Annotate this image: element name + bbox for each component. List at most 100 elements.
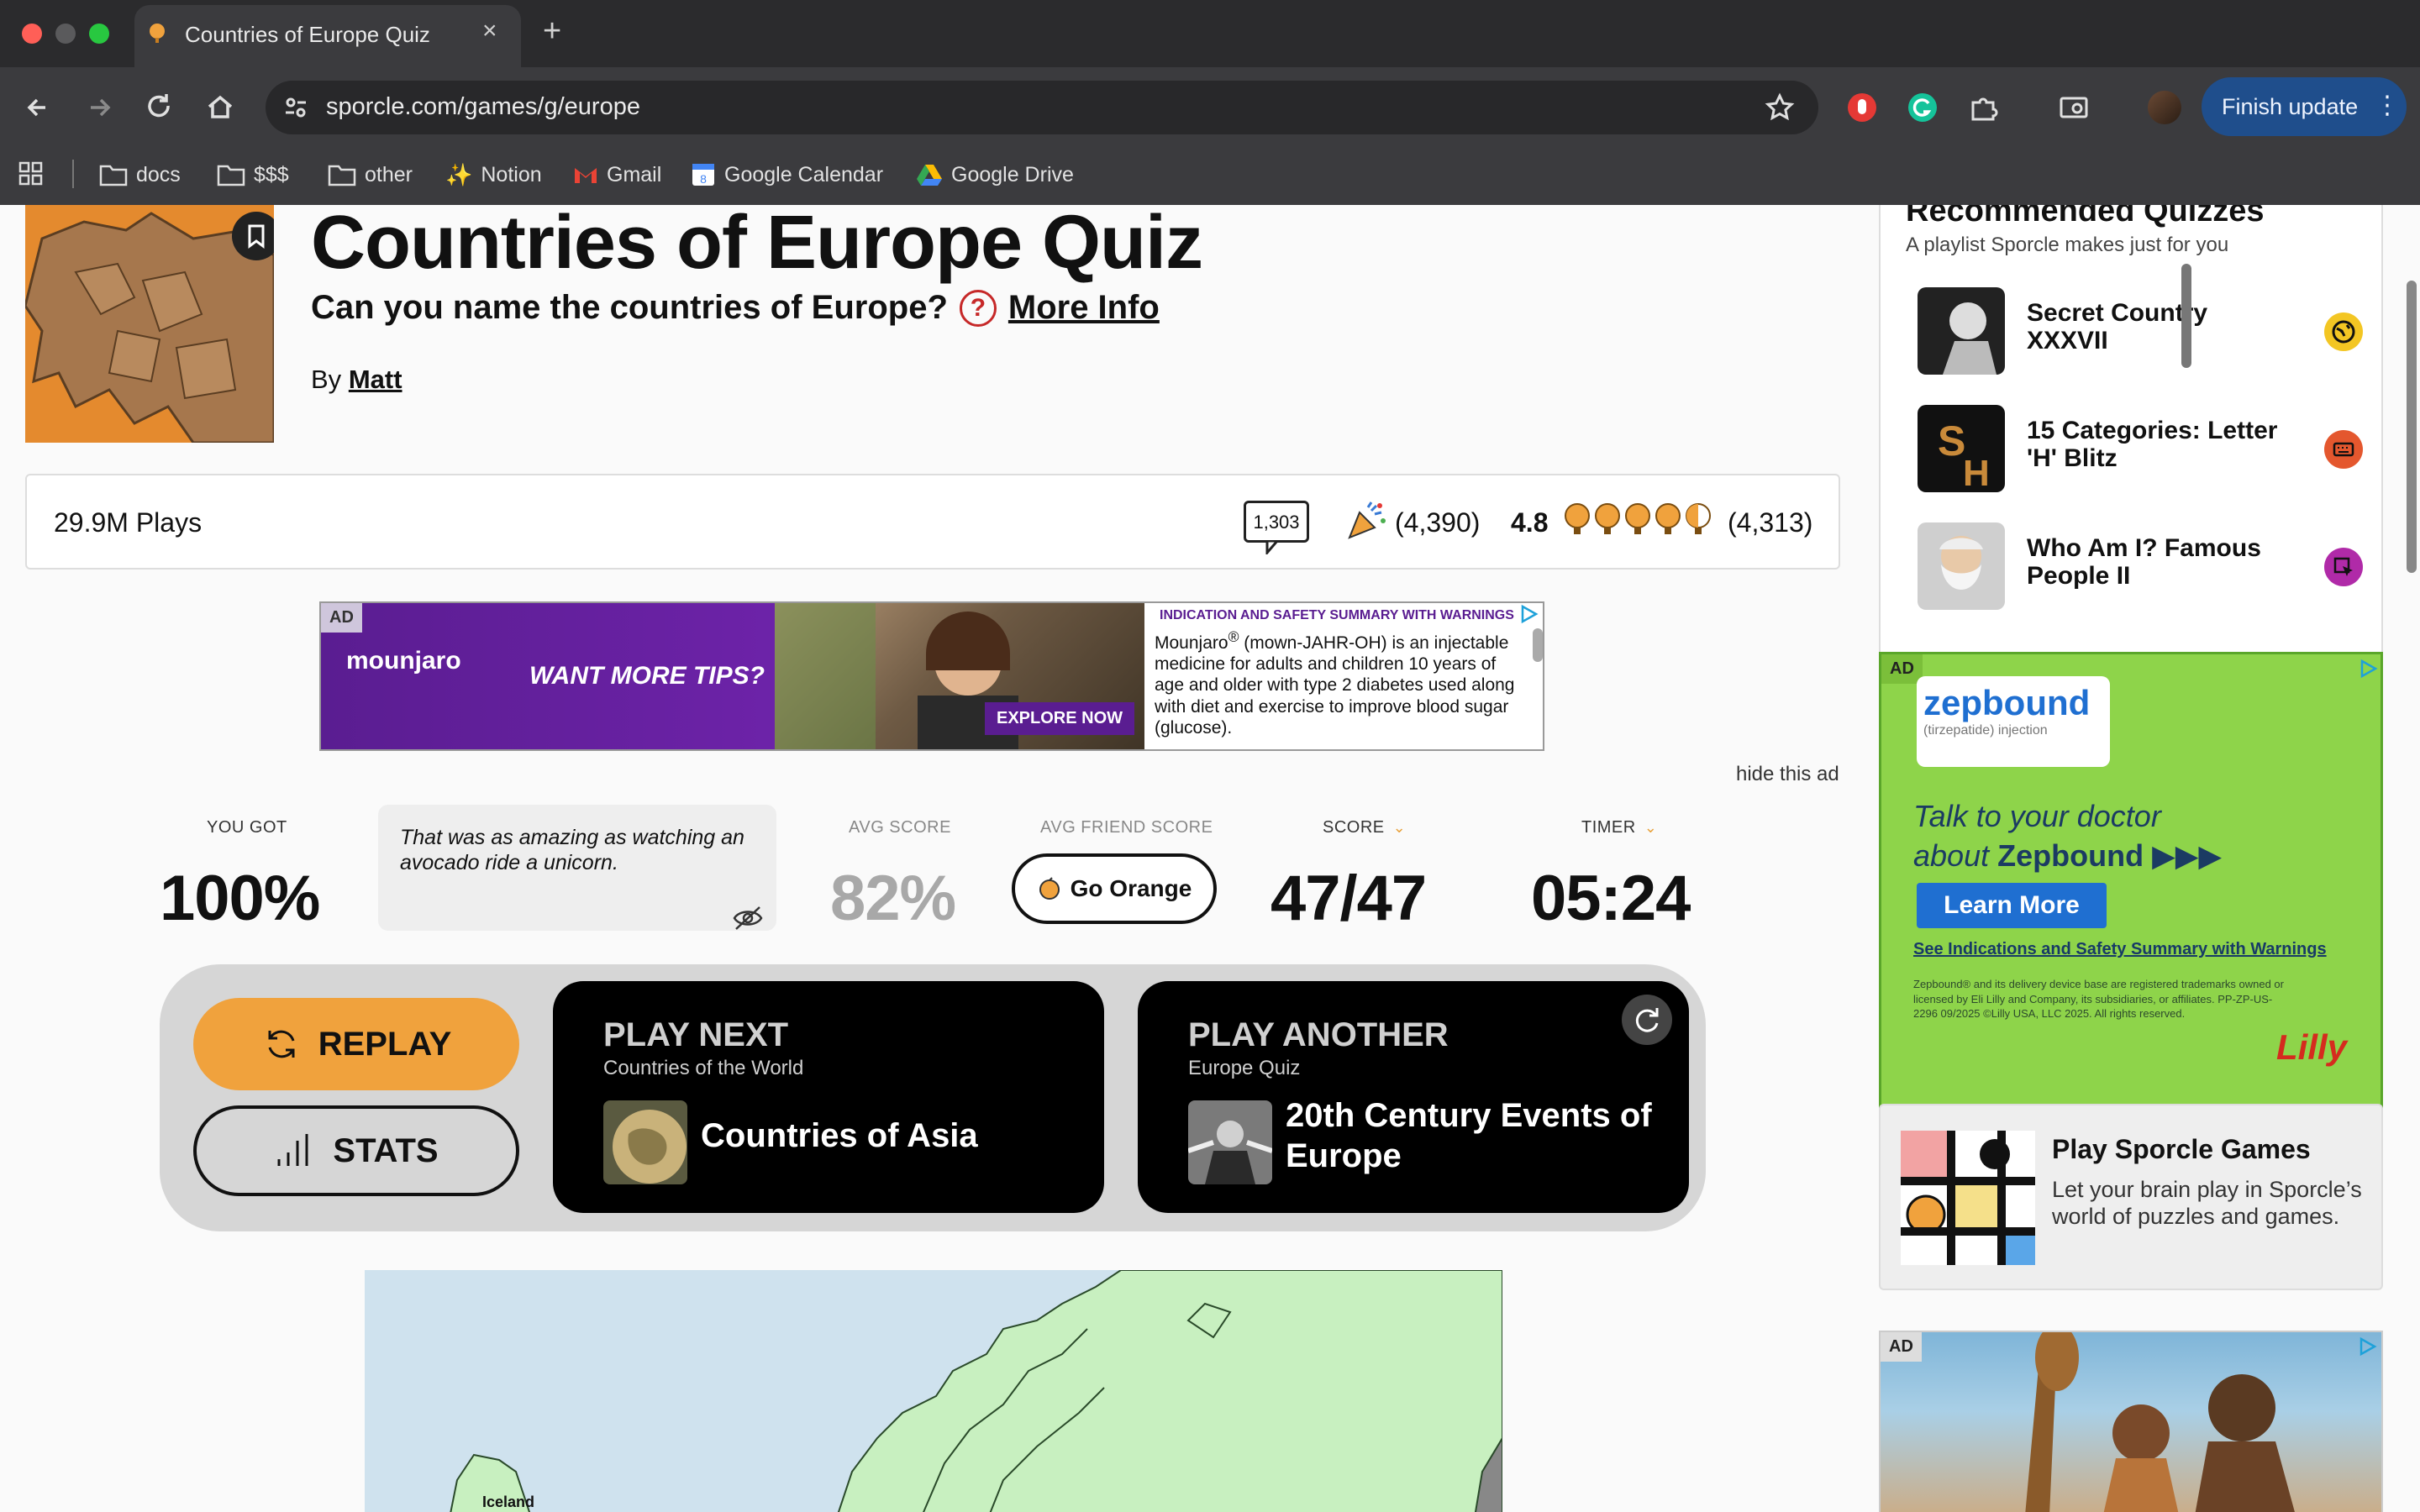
zepbound-fine-print: Zepbound® and its delivery device base a… [1913,978,2284,1021]
close-window-button[interactable] [22,24,42,44]
save-quiz-button[interactable] [232,212,274,260]
bookmark-money[interactable]: $$$ [217,161,289,188]
globe-badge-icon [2324,312,2363,351]
bookmark-icon [248,224,265,249]
score-value: 47/47 [1270,863,1427,934]
ad-movie-image [2025,1332,2295,1512]
explore-now-button[interactable]: EXPLORE NOW [985,702,1135,735]
bookmark-google-drive[interactable]: Google Drive [916,161,1074,188]
more-menu-icon[interactable]: ⋮ [2375,91,2400,120]
rec-item-secret-country[interactable]: Secret Country XXXVII [1918,287,2363,375]
play-next-subtitle: Countries of the World [603,1057,804,1079]
replay-button[interactable]: REPLAY [193,998,519,1090]
adchoices-icon[interactable] [1518,603,1539,625]
play-another-card[interactable]: PLAY ANOTHER Europe Quiz 20th Century Ev… [1138,981,1689,1213]
score-label[interactable]: SCORE ⌄ [1323,818,1406,837]
bar-chart-icon [277,1134,308,1166]
ad-label: AD [321,603,362,633]
play-next-title: Countries of Asia [701,1117,978,1154]
maximize-window-button[interactable] [89,24,109,44]
byline: By Matt [311,365,402,395]
zepbound-brand: zepbound [1923,683,2091,722]
page-scrollbar[interactable] [2407,281,2417,573]
sporcle-games-logo [1901,1131,2035,1265]
rec-scrollbar[interactable] [2181,264,2191,368]
hide-quote-eye-icon[interactable] [733,906,763,931]
page-content: Countries of Europe Quiz Can you name th… [0,205,2420,1512]
rating-orange-icon [1593,502,1622,536]
comments-button[interactable]: 1,303 [1244,501,1309,543]
orange-rating[interactable] [1563,502,1712,536]
folder-icon [328,165,356,186]
zepbound-headline-brand: Zepbound [1997,837,2144,873]
play-sporcle-games[interactable]: Play Sporcle Games Let your brain play i… [1879,1104,2383,1290]
bookmark-label: Gmail [607,162,662,186]
rating-orange-icon [1623,502,1652,536]
ad-banner-mounjaro[interactable]: mounjaro WANT MORE TIPS? EXPLORE NOW AD … [319,601,1544,751]
forward-icon[interactable] [81,89,118,126]
author-link[interactable]: Matt [349,365,402,394]
more-info-link[interactable]: More Info [1008,289,1160,327]
learn-more-button[interactable]: Learn More [1917,883,2107,928]
rating-count: (4,313) [1728,507,1813,538]
bookmark-other[interactable]: other [328,161,413,188]
rating-orange-partial-icon [1684,502,1712,536]
extensions-puzzle-icon[interactable] [1966,91,2000,124]
hide-ad-link[interactable]: hide this ad [1736,763,1839,786]
cast-search-icon[interactable] [2057,91,2091,124]
by-label: By [311,365,342,394]
site-info-icon[interactable] [279,91,313,124]
click-badge-icon [2324,548,2363,586]
profile-avatar[interactable] [2148,91,2181,124]
tab-title: Countries of Europe Quiz [185,22,430,47]
home-icon[interactable] [202,89,239,126]
rec-name: 15 Categories: Letter 'H' Blitz [2027,417,2278,472]
svg-text:H: H [1963,453,1990,492]
grammarly-extension-icon[interactable] [1906,91,1939,124]
rec-item-15-categories[interactable]: SH 15 Categories: Letter 'H' Blitz [1918,405,2363,492]
party-popper-icon[interactable] [1344,499,1388,543]
replay-icon [268,1030,295,1058]
recommended-title: Recommended Quizzes [1906,205,2265,228]
comments-count: 1,303 [1253,512,1300,533]
finish-update-button[interactable]: Finish update ⋮ [2202,77,2407,136]
play-another-heading: PLAY ANOTHER [1188,1016,1449,1053]
minimize-window-button[interactable] [55,24,76,44]
bookmark-docs[interactable]: docs [99,161,181,188]
go-orange-label: Go Orange [1070,875,1192,901]
new-tab-button[interactable]: + [543,13,561,50]
bookmark-google-calendar[interactable]: 8 Google Calendar [691,161,883,188]
go-orange-button[interactable]: Go Orange [1012,853,1217,924]
bookmark-gmail[interactable]: Gmail [573,161,661,188]
ad-scrollbar[interactable] [1533,628,1543,662]
refresh-suggestion-button[interactable] [1622,995,1672,1045]
bookmark-star-icon[interactable] [1763,91,1797,124]
folder-icon [217,165,245,186]
adblock-extension-icon[interactable] [1845,91,1879,124]
stats-button[interactable]: STATS [193,1105,519,1196]
apps-grid-icon[interactable] [18,161,44,186]
europe-map[interactable]: Iceland [365,1270,1502,1512]
ad-safety-text: Mounjaro® (mown-JAHR-OH) is an injectabl… [1155,628,1515,738]
timer-label-text: TIMER [1581,818,1636,837]
play-next-card[interactable]: PLAY NEXT Countries of the World Countri… [553,981,1104,1213]
zepbound-headline: Talk to your doctor about Zepbound ▶▶▶ [1913,799,2223,873]
rec-item-who-am-i[interactable]: Who Am I? Famous People II [1918,522,2363,610]
comment-tail-icon [1265,541,1279,554]
quiz-title: Countries of Europe Quiz [311,205,1203,285]
back-icon[interactable] [20,89,57,126]
you-got-label: YOU GOT [207,818,287,837]
play-another-thumbnail [1188,1100,1272,1184]
adchoices-icon[interactable] [2357,658,2379,680]
lilly-logo: Lilly [2276,1027,2348,1067]
tab-close-icon[interactable]: × [482,17,497,45]
replay-label: REPLAY [318,1025,452,1063]
result-row: YOU GOT 100% That was as amazing as watc… [0,805,1849,986]
bookmark-notion[interactable]: ✨ Notion [445,161,542,188]
timer-label[interactable]: TIMER ⌄ [1581,818,1657,837]
reload-icon[interactable] [141,89,178,126]
bookmark-label: docs [136,162,181,186]
question-icon[interactable]: ? [959,289,997,327]
zepbound-safety-link[interactable]: See Indications and Safety Summary with … [1913,940,2327,959]
ad-sidebar-movie[interactable]: AD [1879,1331,2383,1512]
